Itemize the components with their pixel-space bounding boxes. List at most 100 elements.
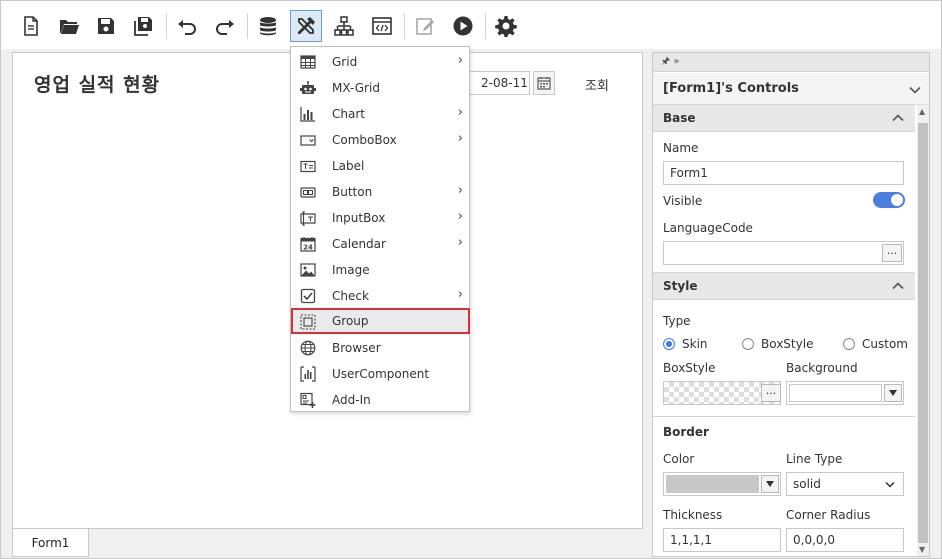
check-icon — [300, 288, 316, 304]
toolbar-divider — [166, 13, 167, 39]
control-insert-menu: Grid › MX-Grid Chart › ComboBox › Label … — [290, 46, 470, 412]
menu-item-chart[interactable]: Chart › — [292, 101, 469, 127]
calendar-icon — [537, 77, 551, 90]
button-icon — [300, 184, 316, 200]
chevron-down-icon — [889, 390, 897, 396]
settings-gear-icon[interactable] — [490, 10, 522, 42]
scroll-thumb[interactable] — [918, 123, 928, 543]
database-icon[interactable] — [252, 10, 284, 42]
name-field[interactable]: Form1 — [663, 161, 904, 185]
chart-icon — [300, 106, 316, 122]
thickness-field[interactable]: 1,1,1,1 — [663, 528, 781, 552]
save-icon[interactable] — [90, 10, 122, 42]
border-color-label: Color — [663, 452, 695, 466]
code-view-icon[interactable] — [366, 10, 398, 42]
submenu-arrow-icon: › — [457, 235, 463, 250]
menu-item-button[interactable]: Button › — [292, 179, 469, 205]
form-tab-bar: Form1 — [12, 529, 643, 557]
section-divider — [653, 416, 915, 417]
boxstyle-ellipsis-button[interactable]: ... — [761, 384, 781, 402]
image-icon — [300, 262, 316, 278]
section-style-title: Style — [663, 279, 698, 293]
properties-panel: 🖈 » [Form1]'s Controls Base Name Form1 V… — [652, 52, 930, 557]
menu-item-add-in[interactable]: Add-In — [292, 387, 469, 413]
controls-header-title: [Form1]'s Controls — [663, 81, 799, 96]
menu-item-mx-grid[interactable]: MX-Grid — [292, 75, 469, 101]
combobox-icon — [300, 132, 316, 148]
new-document-icon[interactable] — [15, 10, 47, 42]
tab-form1[interactable]: Form1 — [12, 529, 89, 557]
chevron-down-icon — [766, 481, 774, 487]
type-option-custom: Custom — [862, 337, 908, 351]
panel-scrollbar[interactable]: ▲ ▼ — [917, 105, 929, 556]
save-all-icon[interactable] — [128, 10, 160, 42]
form-title: 영업 실적 현황 — [34, 74, 161, 96]
visible-toggle[interactable] — [873, 192, 905, 208]
background-label: Background — [786, 361, 858, 375]
type-label: Type — [663, 314, 691, 328]
type-radio-skin[interactable] — [663, 338, 675, 350]
group-icon — [300, 314, 316, 330]
undo-icon[interactable] — [171, 10, 203, 42]
type-radio-custom[interactable] — [843, 338, 855, 350]
query-button[interactable]: 조회 — [585, 75, 609, 94]
inputbox-icon — [300, 210, 316, 226]
section-base-title: Base — [663, 111, 696, 125]
border-color-select[interactable] — [663, 472, 781, 496]
submenu-arrow-icon: › — [457, 105, 463, 120]
menu-item-check[interactable]: Check › — [292, 283, 469, 309]
section-base[interactable]: Base — [653, 104, 915, 132]
menu-item-calendar[interactable]: 24 Calendar › — [292, 231, 469, 257]
chevron-up-icon — [892, 282, 904, 290]
thickness-label: Thickness — [663, 508, 723, 522]
menu-item-browser[interactable]: Browser — [292, 335, 469, 361]
corner-radius-field[interactable]: 0,0,0,0 — [786, 528, 904, 552]
toolbar — [1, 1, 941, 49]
tools-icon[interactable] — [290, 10, 322, 42]
submenu-arrow-icon: › — [457, 131, 463, 146]
visible-label: Visible — [663, 194, 703, 208]
type-radio-boxstyle[interactable] — [742, 338, 754, 350]
calendar-icon: 24 — [300, 236, 316, 252]
name-label: Name — [663, 141, 699, 155]
hierarchy-icon[interactable] — [328, 10, 360, 42]
run-icon[interactable] — [447, 10, 479, 42]
edit-icon[interactable] — [409, 10, 441, 42]
robot-icon — [300, 80, 316, 96]
language-code-field[interactable] — [663, 241, 904, 265]
line-type-select[interactable]: solid — [786, 472, 904, 496]
section-style[interactable]: Style — [653, 272, 915, 300]
controls-header[interactable]: [Form1]'s Controls — [653, 73, 929, 105]
menu-item-group[interactable]: Group — [291, 308, 470, 334]
submenu-arrow-icon: › — [457, 209, 463, 224]
type-option-boxstyle: BoxStyle — [761, 337, 814, 351]
language-code-ellipsis-button[interactable]: ... — [882, 244, 902, 262]
chevron-down-icon — [885, 481, 895, 488]
globe-icon — [300, 340, 316, 356]
chevron-down-icon — [909, 86, 921, 94]
addin-icon — [300, 392, 316, 408]
toolbar-divider — [404, 13, 405, 39]
redo-icon[interactable] — [209, 10, 241, 42]
scroll-up-icon[interactable]: ▲ — [919, 107, 925, 116]
background-color-select[interactable] — [786, 381, 904, 405]
menu-item-label[interactable]: Label — [292, 153, 469, 179]
open-folder-icon[interactable] — [53, 10, 85, 42]
grid-icon — [300, 54, 316, 70]
submenu-arrow-icon: › — [457, 53, 463, 68]
menu-item-combobox[interactable]: ComboBox › — [292, 127, 469, 153]
menu-item-usercomponent[interactable]: UserComponent — [292, 361, 469, 387]
menu-item-grid[interactable]: Grid › — [292, 49, 469, 75]
app-window: 영업 실적 현황 2-08-11 조회 Form1 Grid › MX-Grid… — [0, 0, 942, 559]
dropdown-arrow — [884, 384, 902, 402]
menu-item-inputbox[interactable]: InputBox › — [292, 205, 469, 231]
toolbar-divider — [247, 13, 248, 39]
menu-item-image[interactable]: Image — [292, 257, 469, 283]
submenu-arrow-icon: › — [457, 183, 463, 198]
calendar-button[interactable] — [533, 71, 555, 95]
panel-pin-bar[interactable]: 🖈 » — [653, 53, 929, 72]
line-type-value: solid — [793, 477, 821, 491]
chevron-up-icon — [892, 114, 904, 122]
scroll-down-icon[interactable]: ▼ — [919, 545, 925, 554]
background-swatch — [789, 384, 882, 402]
